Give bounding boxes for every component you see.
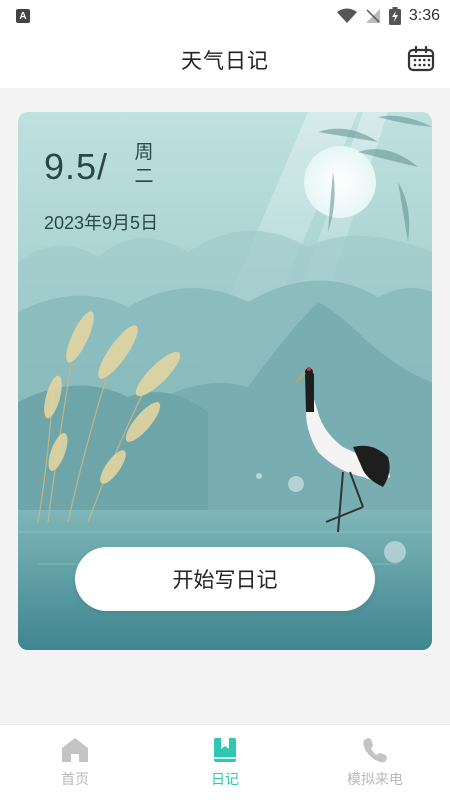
weekday-label: 周 二 [134,140,154,188]
nav-item-simulated-call[interactable]: 模拟来电 [300,725,450,800]
home-icon [62,737,88,762]
no-signal-icon [365,9,380,23]
weekday-char: 二 [134,165,154,187]
diary-card: 9.5/ 周 二 2023年9月5日 开始写日记 [18,112,432,650]
nav-label: 首页 [61,771,89,788]
nav-item-home[interactable]: 首页 [0,725,150,800]
wifi-icon [336,8,357,23]
date-full: 2023年9月5日 [44,213,159,233]
start-writing-diary-button[interactable]: 开始写日记 [75,547,375,611]
bottom-navigation: 首页 日记 模拟来电 [0,724,450,800]
battery-charging-icon [388,7,401,25]
nav-item-diary[interactable]: 日记 [150,725,300,800]
status-bar: A 3:36 [0,0,450,32]
calendar-button[interactable] [406,44,436,74]
diary-bookmark-icon [214,737,236,762]
calendar-icon [407,45,435,72]
weekday-char: 周 [134,141,154,163]
nav-label: 日记 [211,771,239,788]
page-title: 天气日记 [181,49,269,73]
phone-icon [363,737,387,762]
nav-label: 模拟来电 [347,771,403,788]
date-short: 9.5/ [44,146,109,187]
status-time: 3:36 [408,7,440,24]
app-notification-icon: A [16,9,30,23]
app-header: 天气日记 [0,32,450,88]
